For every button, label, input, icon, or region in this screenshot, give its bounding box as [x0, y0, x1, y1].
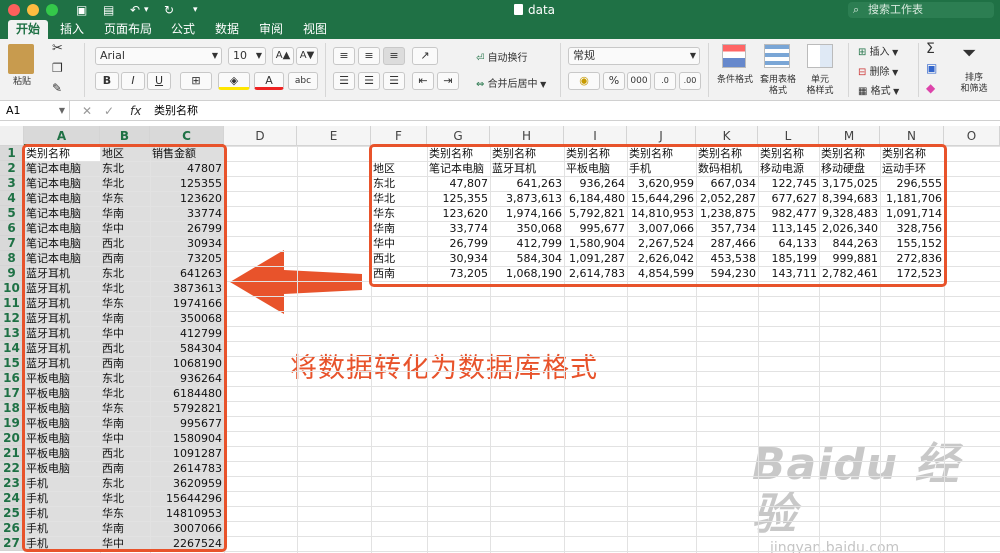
row-header-12[interactable]: 12: [0, 311, 24, 326]
row-header-22[interactable]: 22: [0, 461, 24, 476]
left-table-highlight-box: [22, 144, 227, 552]
row-header-23[interactable]: 23: [0, 476, 24, 491]
row-header-16[interactable]: 16: [0, 371, 24, 386]
column-header-e[interactable]: E: [297, 126, 371, 146]
column-header-a[interactable]: A: [24, 126, 100, 146]
column-header-c[interactable]: C: [150, 126, 224, 146]
row-header-14[interactable]: 14: [0, 341, 24, 356]
row-header-5[interactable]: 5: [0, 206, 24, 221]
column-header-j[interactable]: J: [627, 126, 696, 146]
row-header-17[interactable]: 17: [0, 386, 24, 401]
column-header-o[interactable]: O: [944, 126, 1000, 146]
row-header-24[interactable]: 24: [0, 491, 24, 506]
row-header-11[interactable]: 11: [0, 296, 24, 311]
row-header-10[interactable]: 10: [0, 281, 24, 296]
row-header-7[interactable]: 7: [0, 236, 24, 251]
row-header-18[interactable]: 18: [0, 401, 24, 416]
right-table-highlight-box: [369, 144, 947, 287]
excel-window: ▣ ▤ ↶ ▾ ↻ ▾ data ⌕ 搜索工作表 开始 插入 页面布局 公式 数…: [0, 0, 1000, 553]
column-header-f[interactable]: F: [371, 126, 427, 146]
row-header-26[interactable]: 26: [0, 521, 24, 536]
row-header-6[interactable]: 6: [0, 221, 24, 236]
column-header-l[interactable]: L: [758, 126, 819, 146]
column-header-i[interactable]: I: [564, 126, 627, 146]
row-header-8[interactable]: 8: [0, 251, 24, 266]
select-all-corner[interactable]: [0, 126, 24, 146]
row-header-15[interactable]: 15: [0, 356, 24, 371]
column-header-k[interactable]: K: [696, 126, 758, 146]
row-header-3[interactable]: 3: [0, 176, 24, 191]
row-header-9[interactable]: 9: [0, 266, 24, 281]
column-header-n[interactable]: N: [880, 126, 944, 146]
column-header-h[interactable]: H: [490, 126, 564, 146]
row-header-19[interactable]: 19: [0, 416, 24, 431]
row-header-20[interactable]: 20: [0, 431, 24, 446]
row-header-13[interactable]: 13: [0, 326, 24, 341]
column-header-g[interactable]: G: [427, 126, 490, 146]
row-header-27[interactable]: 27: [0, 536, 24, 551]
row-header-4[interactable]: 4: [0, 191, 24, 206]
column-header-m[interactable]: M: [819, 126, 880, 146]
column-header-d[interactable]: D: [224, 126, 297, 146]
row-header-2[interactable]: 2: [0, 161, 24, 176]
row-header-1[interactable]: 1: [0, 146, 24, 161]
column-header-b[interactable]: B: [100, 126, 150, 146]
row-header-21[interactable]: 21: [0, 446, 24, 461]
row-header-25[interactable]: 25: [0, 506, 24, 521]
